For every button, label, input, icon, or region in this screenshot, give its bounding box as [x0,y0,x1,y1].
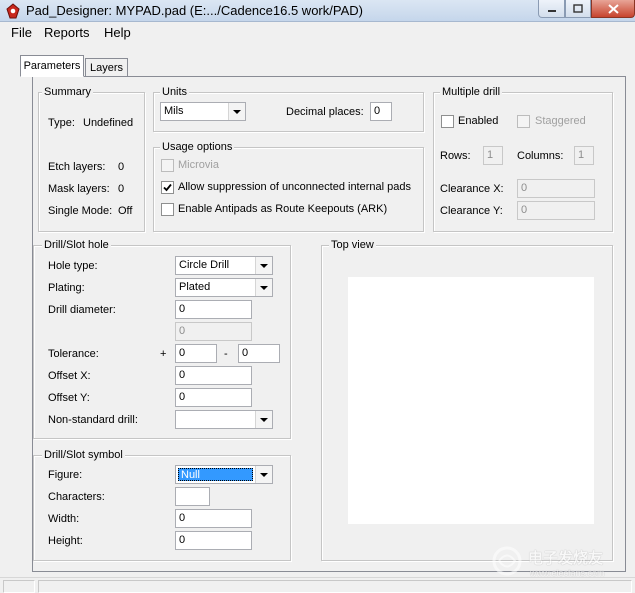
clearance-x-label: Clearance X: [440,183,504,195]
units-legend: Units [160,86,190,98]
allow-suppression-label: Allow suppression of unconnected interna… [178,181,411,193]
tolerance-minus-sign: - [224,348,228,360]
tolerance-plus-sign: + [160,348,167,360]
etch-layers-label: Etch layers: [48,161,106,173]
units-select-value: Mils [164,105,184,117]
tolerance-label: Tolerance: [48,348,99,360]
offset-x-input[interactable]: 0 [175,366,252,385]
chevron-down-icon [255,257,272,274]
hole-type-select[interactable]: Circle Drill [175,256,273,275]
type-label: Type: [48,117,75,129]
menu-file[interactable]: File [11,25,32,40]
non-standard-drill-label: Non-standard drill: [48,414,138,426]
tab-layers[interactable]: Layers [85,58,128,77]
width-label: Width: [48,513,80,525]
height-input[interactable]: 0 [175,531,252,550]
enabled-checkbox[interactable] [441,115,454,128]
rows-label: Rows: [440,150,471,162]
single-mode-value: Off [118,205,133,217]
allow-suppression-checkbox[interactable] [161,181,174,194]
status-cell [3,580,35,593]
menu-bar: File Reports Help [0,22,635,44]
status-bar [0,577,635,593]
columns-label: Columns: [517,150,564,162]
drill-slot-hole-legend: Drill/Slot hole [42,239,111,251]
watermark-icon [492,546,522,576]
figure-value: Null [178,468,253,481]
menu-reports[interactable]: Reports [44,25,90,40]
enable-antipads-checkbox[interactable] [161,203,174,216]
tolerance-minus-input[interactable]: 0 [238,344,280,363]
hole-type-label: Hole type: [48,260,98,272]
width-input[interactable]: 0 [175,509,252,528]
clearance-x-input[interactable]: 0 [517,179,595,198]
mask-layers-value: 0 [118,183,125,195]
type-value: Undefined [83,117,134,129]
drill-slot-symbol-legend: Drill/Slot symbol [42,449,125,461]
clearance-y-input[interactable]: 0 [517,201,595,220]
drill-diameter-label: Drill diameter: [48,304,116,316]
close-icon [607,3,619,14]
top-view-canvas [348,277,594,524]
figure-label: Figure: [48,469,83,481]
chevron-down-icon [228,103,245,120]
top-view-legend: Top view [329,239,376,251]
characters-label: Characters: [48,491,105,503]
non-standard-drill-value [176,411,255,428]
watermark-text: 电子发烧友 [528,550,604,567]
units-select[interactable]: Mils [160,102,246,121]
characters-input[interactable] [175,487,210,506]
plating-label: Plating: [48,282,85,294]
chevron-down-icon [255,466,272,483]
rows-input[interactable]: 1 [483,146,503,165]
minimize-button[interactable] [538,0,565,18]
maximize-button[interactable] [565,0,591,18]
chevron-down-icon [255,279,272,296]
staggered-checkbox[interactable] [517,115,530,128]
maximize-icon [573,4,583,13]
drill-diameter-secondary-input[interactable]: 0 [175,322,252,341]
tab-parameters[interactable]: Parameters [20,55,84,77]
decimal-places-label: Decimal places: [286,106,364,118]
usage-options-legend: Usage options [160,141,235,153]
etch-layers-value: 0 [118,161,125,173]
check-icon [163,183,172,192]
menu-help[interactable]: Help [104,25,131,40]
enabled-label: Enabled [458,115,499,127]
staggered-label: Staggered [535,115,586,127]
chevron-down-icon [255,411,272,428]
offset-y-input[interactable]: 0 [175,388,252,407]
watermark-logo: 电子发烧友 www.elecfans.com [490,542,630,582]
microvia-checkbox[interactable] [161,159,174,172]
single-mode-label: Single Mode: [48,205,113,217]
window-title: Pad_Designer: MYPAD.pad (E:.../Cadence16… [26,3,363,18]
hole-type-value: Circle Drill [179,259,230,271]
close-button[interactable] [591,0,635,18]
plating-select[interactable]: Plated [175,278,273,297]
drill-diameter-input[interactable]: 0 [175,300,252,319]
offset-x-label: Offset X: [48,370,91,382]
figure-select[interactable]: Null [175,465,273,484]
columns-input[interactable]: 1 [574,146,594,165]
decimal-places-input[interactable]: 0 [370,102,392,121]
microvia-label: Microvia [178,159,219,171]
summary-legend: Summary [42,86,94,98]
multiple-drill-legend: Multiple drill [440,86,503,98]
clearance-y-label: Clearance Y: [440,205,503,217]
enable-antipads-label: Enable Antipads as Route Keepouts (ARK) [178,203,388,215]
non-standard-drill-select[interactable] [175,410,273,429]
tolerance-plus-input[interactable]: 0 [175,344,217,363]
mask-layers-label: Mask layers: [48,183,110,195]
title-bar: Pad_Designer: MYPAD.pad (E:.../Cadence16… [0,0,635,22]
app-icon [6,3,20,19]
height-label: Height: [48,535,83,547]
minimize-icon [547,9,556,12]
status-cell [38,580,632,593]
offset-y-label: Offset Y: [48,392,90,404]
plating-value: Plated [179,281,211,293]
